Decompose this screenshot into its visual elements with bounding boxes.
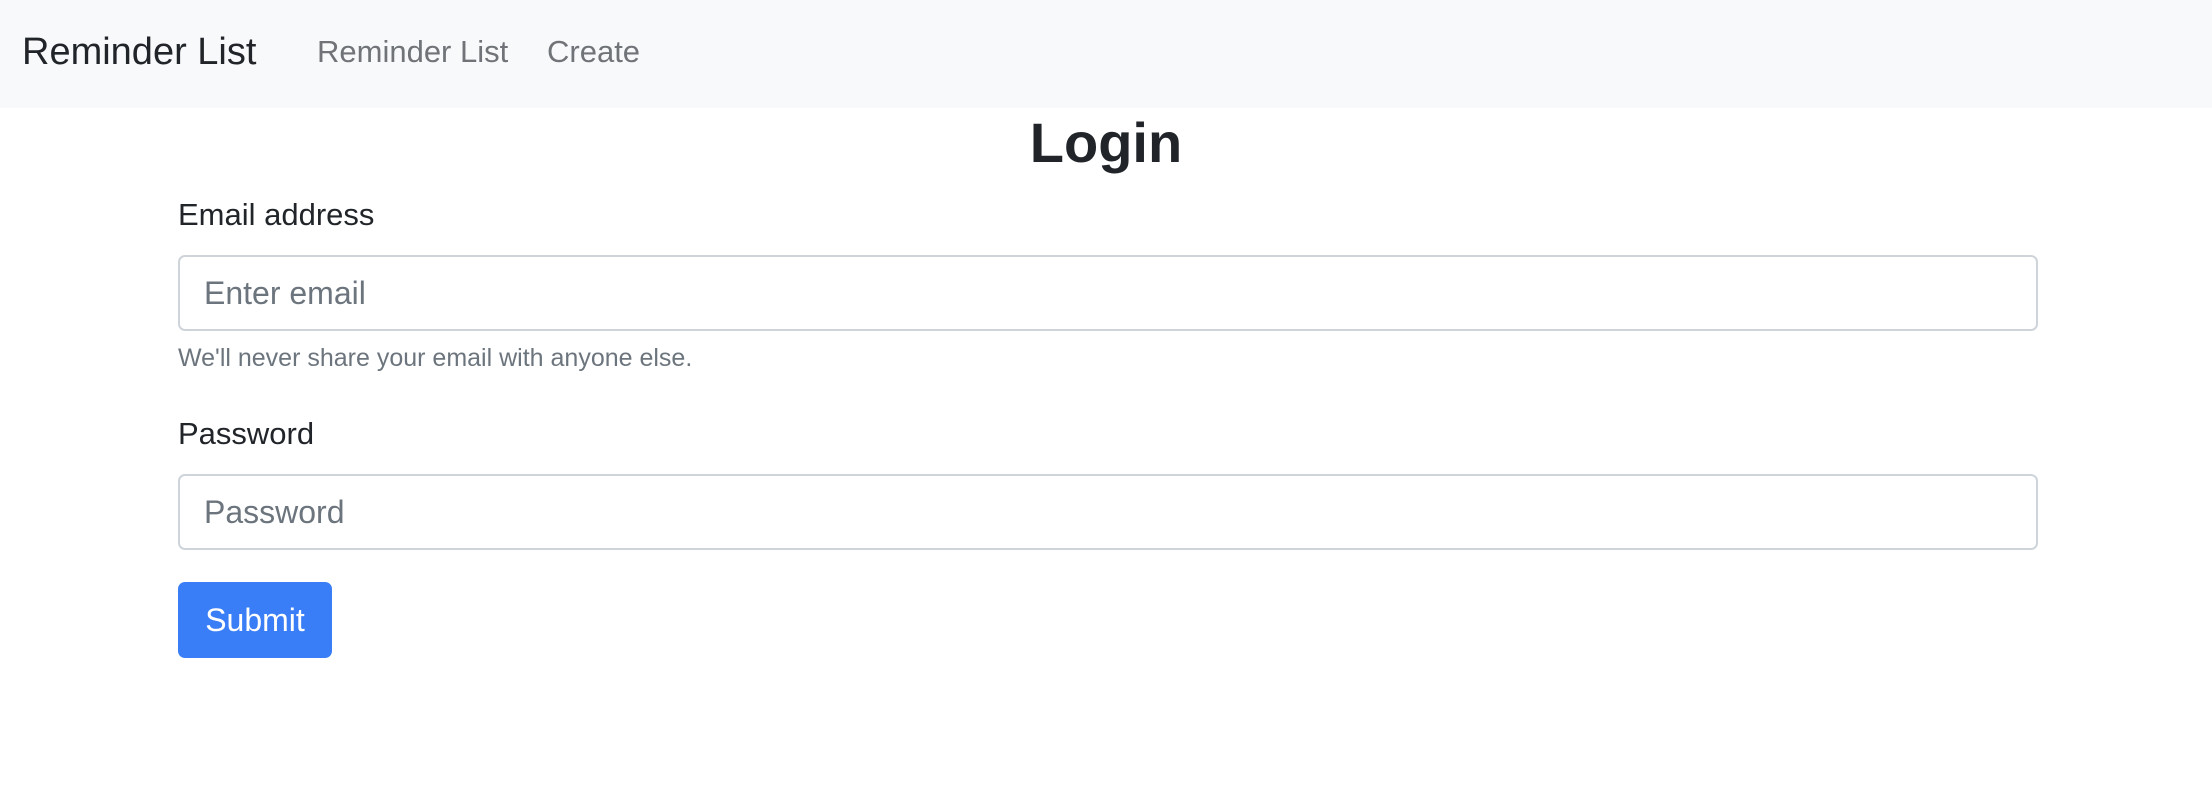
page-title: Login	[1029, 111, 1183, 174]
email-label: Email address	[178, 197, 375, 232]
navbar: Reminder List Reminder List Create	[0, 0, 2212, 108]
email-help-text: We'll never share your email with anyone…	[178, 344, 693, 372]
password-label: Password	[178, 416, 315, 451]
password-field[interactable]	[178, 474, 2038, 550]
nav-link-create[interactable]: Create	[547, 33, 640, 71]
nav-link-reminder-list[interactable]: Reminder List	[317, 33, 508, 71]
submit-button[interactable]: Submit	[178, 582, 332, 658]
email-field[interactable]	[178, 255, 2038, 331]
navbar-brand[interactable]: Reminder List	[22, 30, 256, 74]
